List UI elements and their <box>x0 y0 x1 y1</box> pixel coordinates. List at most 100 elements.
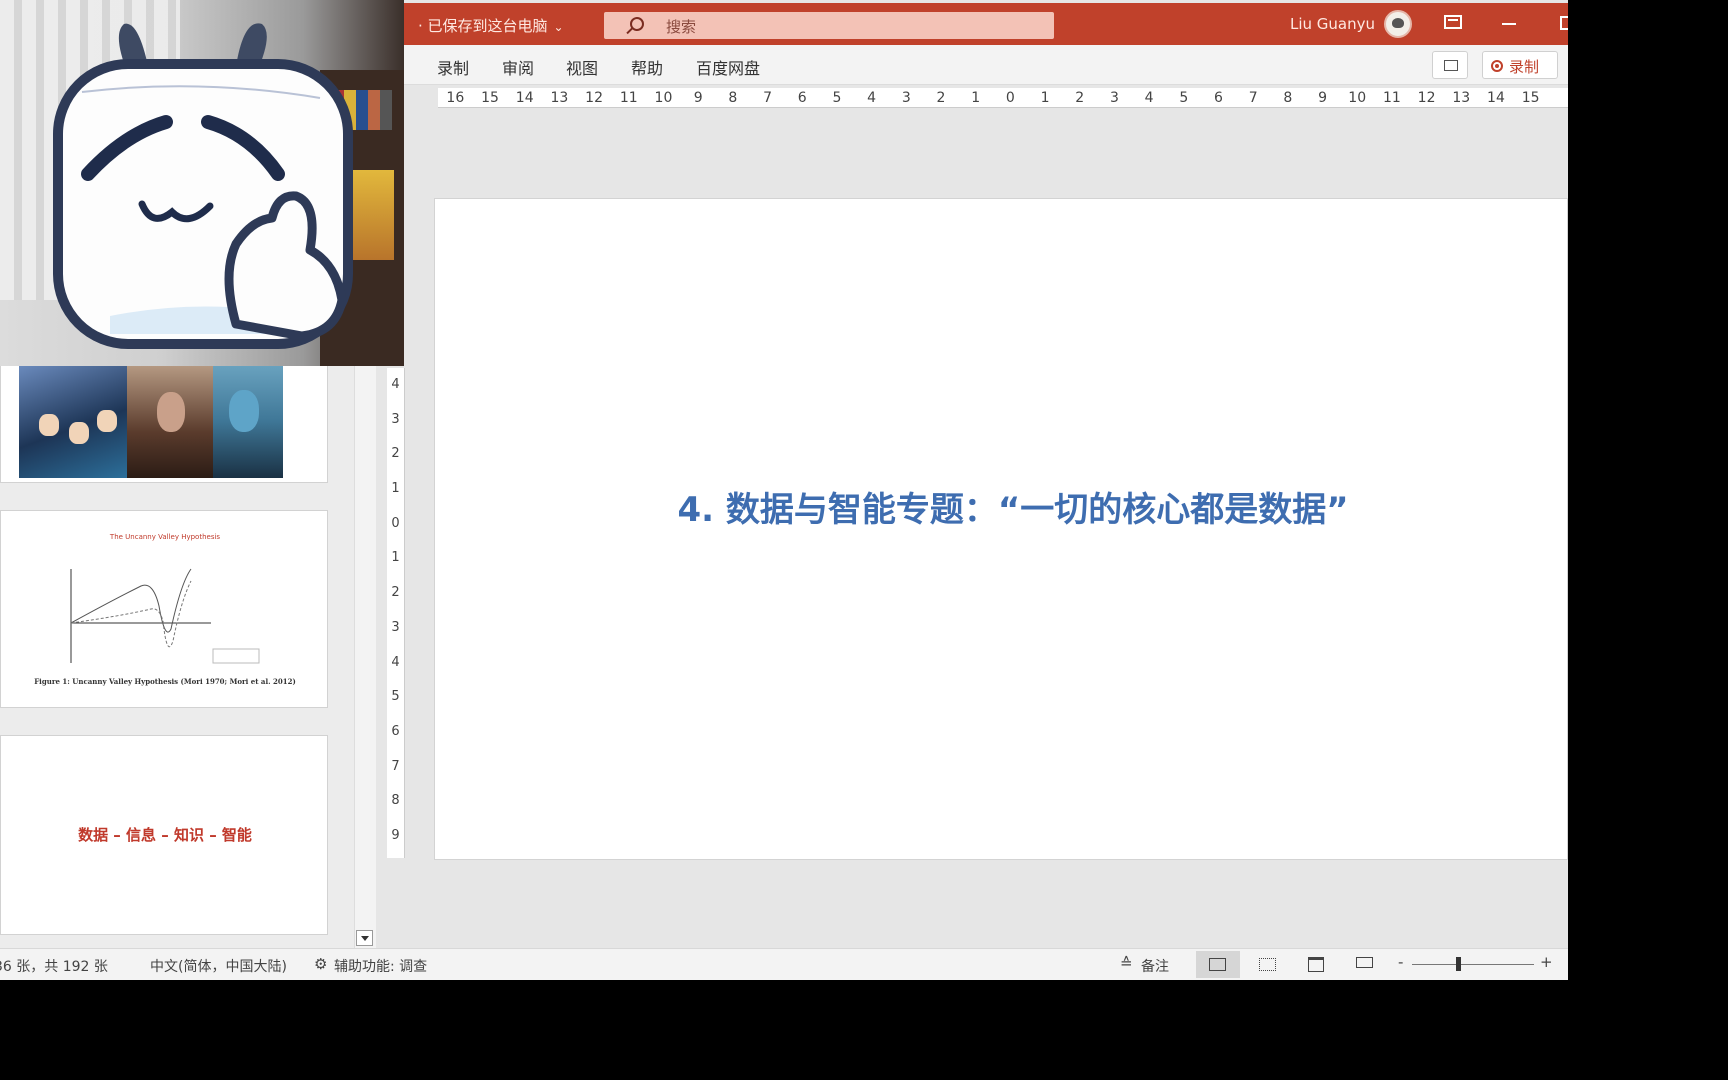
ruler-tick-label: 14 <box>515 90 534 106</box>
ruler-tick-label: 4 <box>867 90 877 106</box>
ruler-tick-label: 9 <box>693 90 703 106</box>
search-box[interactable]: 搜索 <box>604 12 1054 39</box>
search-icon <box>630 17 644 31</box>
accessibility-status[interactable]: 辅助功能: 调查 <box>334 956 427 976</box>
zoom-out-icon[interactable]: - <box>1398 953 1403 971</box>
record-button-label: 录制 <box>1509 58 1540 76</box>
comments-button[interactable] <box>1432 51 1468 79</box>
ruler-tick-label: 16 <box>446 90 465 106</box>
ruler-tick-label: 11 <box>1382 90 1401 106</box>
ruler-tick-label: 10 <box>1348 90 1367 106</box>
ruler-tick-label: 7 <box>1248 90 1258 106</box>
slide-canvas[interactable]: 4. 数据与智能专题：“一切的核心都是数据” <box>434 198 1568 860</box>
notes-icon: ≙ <box>1120 954 1133 972</box>
tab-review[interactable]: 审阅 <box>502 55 534 79</box>
woman-headset-image <box>127 364 213 478</box>
ruler-tick-label: 14 <box>1487 90 1505 106</box>
ruler-tick-label: 2 <box>936 90 946 106</box>
chevron-down-icon: ⌄ <box>553 20 564 34</box>
ruler-tick-label: 12 <box>1417 90 1436 106</box>
search-placeholder: 搜索 <box>666 18 697 36</box>
slide-thumbnail[interactable]: The Uncanny Valley Hypothesis Figure 1: … <box>0 510 328 708</box>
ruler-tick-label: 7 <box>763 90 772 106</box>
ruler-tick-label: 4 <box>391 377 400 392</box>
zoom-slider-thumb[interactable] <box>1456 957 1461 971</box>
ruler-tick-label: 2 <box>1075 90 1085 106</box>
ruler-tick-label: 1 <box>391 550 400 566</box>
ruler-tick-label: 13 <box>1452 90 1471 106</box>
ruler-tick-label: 13 <box>550 90 569 106</box>
maximize-icon[interactable] <box>1560 16 1568 30</box>
horizontal-ruler[interactable]: 16 15 14 13 12 11 10 9 8 7 6 5 4 3 2 1 0 1 2 3 4 5 6 7 8 9 10 11 12 1… <box>438 88 1568 108</box>
ruler-tick-label: 0 <box>1005 90 1015 106</box>
slide-title[interactable]: 4. 数据与智能专题：“一切的核心都是数据” <box>435 482 1568 531</box>
user-name[interactable]: Liu Guanyu <box>1290 15 1375 33</box>
thumbs-up-mascot-sticker <box>53 23 353 349</box>
ruler-tick-label: 7 <box>391 758 400 774</box>
ruler-tick-label: 5 <box>832 90 842 106</box>
save-status[interactable]: · 已保存到这台电脑 ⌄ <box>418 15 564 36</box>
anime-characters-image <box>19 364 127 478</box>
ruler-tick-label: 9 <box>391 827 400 843</box>
scroll-down-arrow-icon[interactable] <box>356 930 373 946</box>
ruler-tick-label: 5 <box>391 689 400 705</box>
tab-view[interactable]: 视图 <box>566 55 598 79</box>
language-indicator[interactable]: 中文(简体，中国大陆) <box>150 956 287 976</box>
accessibility-icon: ⚙ <box>314 955 328 973</box>
record-button[interactable]: 录制 <box>1482 51 1558 79</box>
ruler-tick-label: 8 <box>728 90 738 106</box>
ruler-tick-label: 3 <box>391 619 400 635</box>
slideshow-icon[interactable] <box>1356 957 1373 968</box>
ruler-tick-label: 15 <box>1521 90 1540 106</box>
ruler-tick-label: 2 <box>391 585 400 601</box>
notes-button[interactable]: 备注 <box>1141 956 1169 976</box>
ruler-tick-label: 3 <box>901 90 911 106</box>
ruler-tick-label: 6 <box>797 90 807 106</box>
zoom-slider[interactable] <box>1412 964 1534 965</box>
ruler-tick-label: 8 <box>1283 90 1293 106</box>
minimize-icon[interactable] <box>1502 23 1516 25</box>
save-status-label: · 已保存到这台电脑 <box>418 17 548 35</box>
uncanny-valley-chart-image <box>70 568 260 664</box>
reading-view-icon[interactable] <box>1308 957 1324 972</box>
ruler-tick-label: 15 <box>481 90 499 106</box>
title-bar: · 已保存到这台电脑 ⌄ 搜索 Liu Guanyu <box>404 3 1568 45</box>
zoom-in-icon[interactable]: + <box>1540 953 1553 971</box>
ruler-tick-label: 2 <box>391 446 400 462</box>
record-icon <box>1491 60 1503 72</box>
ribbon-display-options-icon[interactable] <box>1444 15 1462 29</box>
ruler-tick-label: 8 <box>391 793 400 809</box>
tab-help[interactable]: 帮助 <box>631 55 663 79</box>
vertical-ruler[interactable]: 4 3 2 1 0 1 2 3 4 5 6 7 8 9 <box>387 368 405 858</box>
ruler-tick-label: 6 <box>1214 90 1223 106</box>
thumbnail-scrollbar[interactable] <box>354 365 376 948</box>
ruler-tick-label: 3 <box>391 411 400 427</box>
ruler-tick-label: 11 <box>619 90 638 106</box>
avatar[interactable] <box>1384 10 1412 38</box>
thumbnail-caption: Figure 1: Uncanny Valley Hypothesis (Mor… <box>34 677 296 686</box>
thumbnail-title: The Uncanny Valley Hypothesis <box>109 533 221 541</box>
ruler-tick-label: 4 <box>1144 90 1154 106</box>
slide-thumbnail[interactable] <box>0 363 328 483</box>
ruler-tick-label: 3 <box>1109 90 1119 106</box>
slide-count: 36 张，共 192 张 <box>0 959 108 975</box>
powerpoint-screen: · 已保存到这台电脑 ⌄ 搜索 Liu Guanyu 录制 审阅 视图 帮助 百度… <box>0 0 1568 980</box>
letterbox-bar <box>0 980 1728 1080</box>
ruler-tick-label: 5 <box>1179 90 1189 106</box>
status-bar: 36 张，共 192 张 中文(简体，中国大陆) ⚙ 辅助功能: 调查 ≙ 备注… <box>0 948 1568 980</box>
thumbnail-text: 数据 – 信息 – 知识 – 智能 <box>78 826 252 844</box>
ruler-tick-label: 1 <box>971 90 981 106</box>
normal-view-icon <box>1209 958 1226 971</box>
ruler-tick-label: 6 <box>391 723 400 739</box>
ruler-tick-label: 0 <box>391 515 400 531</box>
slide-thumbnail[interactable]: 数据 – 信息 – 知识 – 智能 <box>0 735 328 935</box>
ribbon-tabs: 录制 审阅 视图 帮助 百度网盘 录制 <box>404 45 1568 85</box>
slide-thumbnail-pane: The Uncanny Valley Hypothesis Figure 1: … <box>0 363 376 948</box>
ruler-tick-label: 4 <box>391 654 400 670</box>
tab-record[interactable]: 录制 <box>437 55 469 79</box>
ruler-tick-label: 10 <box>654 90 673 106</box>
tab-baidu-netdisk[interactable]: 百度网盘 <box>696 55 760 79</box>
ruler-tick-label: 9 <box>1318 90 1327 106</box>
ruler-tick-label: 1 <box>391 481 400 497</box>
slide-sorter-icon[interactable] <box>1259 958 1276 971</box>
